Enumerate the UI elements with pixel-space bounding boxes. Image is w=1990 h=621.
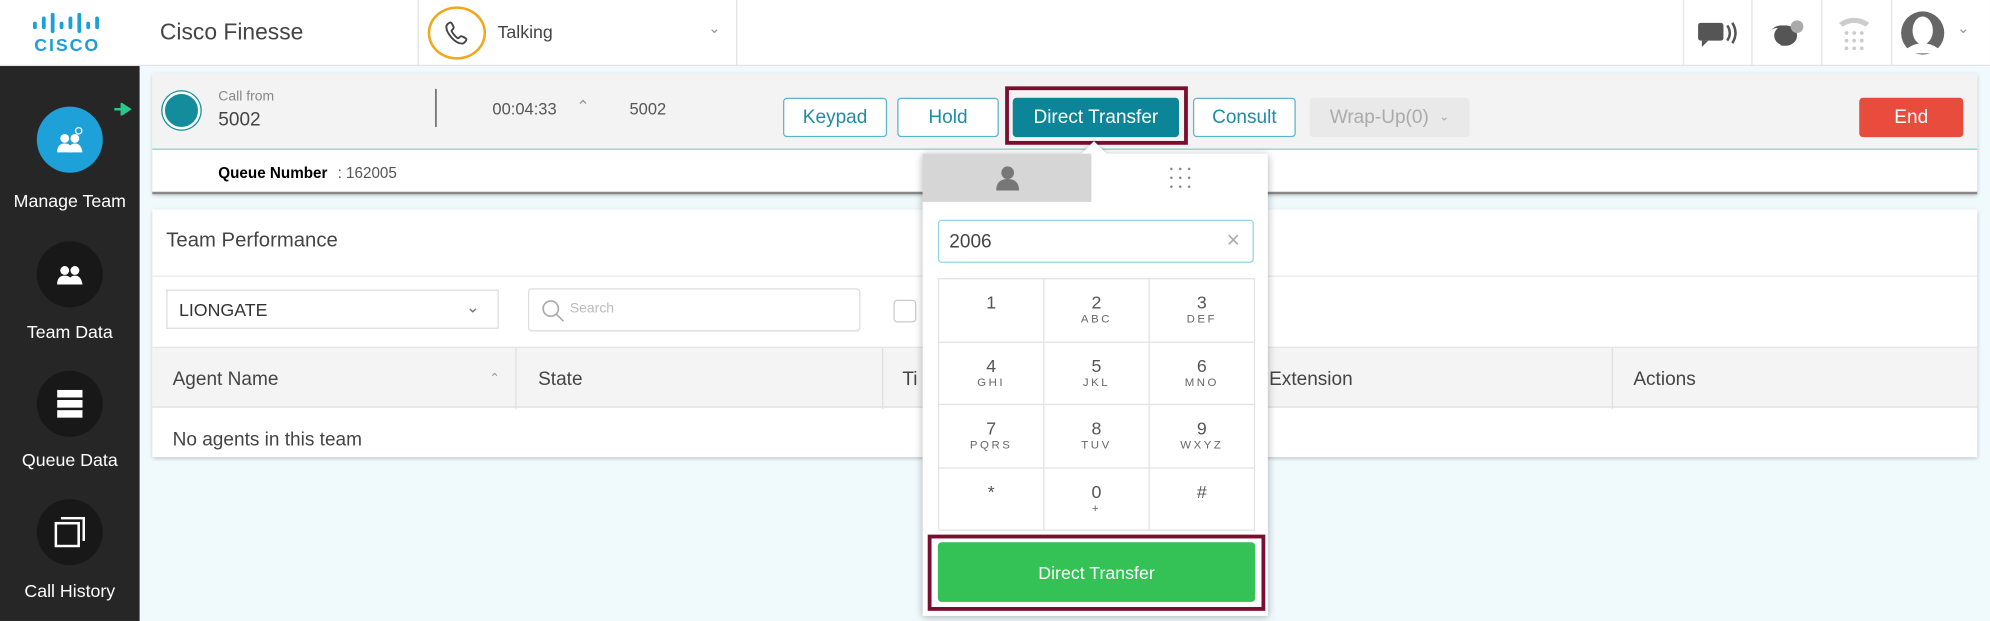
- section-title: Team Performance: [166, 229, 338, 252]
- column-actions[interactable]: Actions: [1613, 348, 1977, 409]
- pin-icon[interactable]: [114, 99, 132, 117]
- checkbox[interactable]: [893, 299, 917, 323]
- search-icon: [542, 300, 565, 322]
- user-avatar-icon[interactable]: [1900, 10, 1946, 62]
- team-select[interactable]: LIONGATE ⌄: [166, 289, 499, 329]
- tab-contacts[interactable]: [922, 153, 1092, 202]
- dialpad-icon: [1169, 167, 1190, 188]
- extension-number: 5002: [629, 99, 667, 119]
- queue-number: : 162005: [337, 163, 397, 182]
- chat-icon[interactable]: [1766, 18, 1808, 57]
- end-call-button[interactable]: End: [1859, 97, 1964, 138]
- column-agent-name[interactable]: Agent Name ⌃: [152, 347, 517, 409]
- keypad-key[interactable]: 9 WXYZ: [1149, 405, 1256, 468]
- consult-button[interactable]: Consult: [1192, 97, 1296, 138]
- app-title: Cisco Finesse: [159, 19, 304, 45]
- keypad-key[interactable]: 8 TUV: [1044, 405, 1150, 468]
- keypad-key[interactable]: 7 PQRS: [939, 405, 1045, 468]
- manage-team-icon: [36, 106, 103, 173]
- person-icon: [995, 166, 1019, 191]
- keypad-key[interactable]: *: [939, 467, 1045, 531]
- keypad-grid: 1 2 ABC 3 DEF 4 GHI 5 JKL 6 MNO 7 PQRS 8 TUV 9 WXYZ * 0 + #: [937, 278, 1256, 531]
- direct-transfer-submit-button[interactable]: Direct Transfer: [937, 542, 1256, 602]
- direct-transfer-popover: 2006 × 1 2 ABC 3 DEF 4 GHI 5 JKL 6 MNO 7 PQRS 8 TUV 9 WX…: [922, 141, 1268, 616]
- keypad-key[interactable]: 3 DEF: [1149, 279, 1256, 343]
- empty-message: No agents in this team: [172, 429, 363, 451]
- chevron-down-icon[interactable]: ⌄: [1957, 19, 1970, 37]
- column-extension[interactable]: Extension: [1251, 347, 1614, 409]
- team-icon: [36, 241, 103, 308]
- wrapup-dropdown[interactable]: Wrap-Up(0) ⌄: [1309, 97, 1470, 138]
- keypad-key[interactable]: 6 MNO: [1149, 342, 1256, 406]
- dialpad-phone-icon[interactable]: [1836, 15, 1872, 62]
- cisco-logo: CISCO: [30, 12, 132, 59]
- queue-icon: [36, 370, 103, 437]
- keypad-button[interactable]: Keypad: [783, 97, 888, 138]
- chevron-down-icon: ⌄: [465, 297, 480, 317]
- direct-transfer-button[interactable]: Direct Transfer: [1012, 97, 1179, 138]
- keypad-key[interactable]: 0 +: [1044, 467, 1150, 531]
- hold-button[interactable]: Hold: [897, 97, 999, 138]
- keypad-key[interactable]: 5 JKL: [1044, 342, 1150, 406]
- call-history-icon: [36, 499, 103, 566]
- search-input[interactable]: Search: [527, 288, 861, 332]
- call-timer: 00:04:33: [492, 99, 557, 119]
- dial-number-input[interactable]: 2006 ×: [937, 219, 1254, 263]
- column-state[interactable]: State: [517, 347, 884, 409]
- active-call-icon: [162, 91, 201, 130]
- voice-notification-icon[interactable]: [1698, 20, 1739, 54]
- clear-icon[interactable]: ×: [1227, 227, 1240, 254]
- sidebar: Manage Team Team Data Queue Data Call Hi…: [0, 66, 140, 621]
- phone-icon: [427, 6, 487, 60]
- sort-up-icon: ⌃: [489, 371, 501, 386]
- keypad-key[interactable]: 2 ABC: [1044, 279, 1150, 343]
- keypad-key[interactable]: 4 GHI: [939, 342, 1045, 406]
- agent-status-dropdown[interactable]: Talking ⌄: [419, 0, 736, 66]
- chevron-down-icon: ⌄: [708, 19, 721, 37]
- keypad-key[interactable]: #: [1149, 467, 1256, 531]
- chevron-up-icon[interactable]: ⌃: [576, 97, 590, 117]
- chevron-down-icon: ⌄: [1438, 110, 1450, 125]
- keypad-key[interactable]: 1: [939, 279, 1045, 343]
- caller-number: 5002: [218, 109, 261, 131]
- tab-dialpad[interactable]: [1091, 154, 1267, 202]
- top-header: CISCO Cisco Finesse Talking ⌄ ⌄: [0, 0, 1990, 67]
